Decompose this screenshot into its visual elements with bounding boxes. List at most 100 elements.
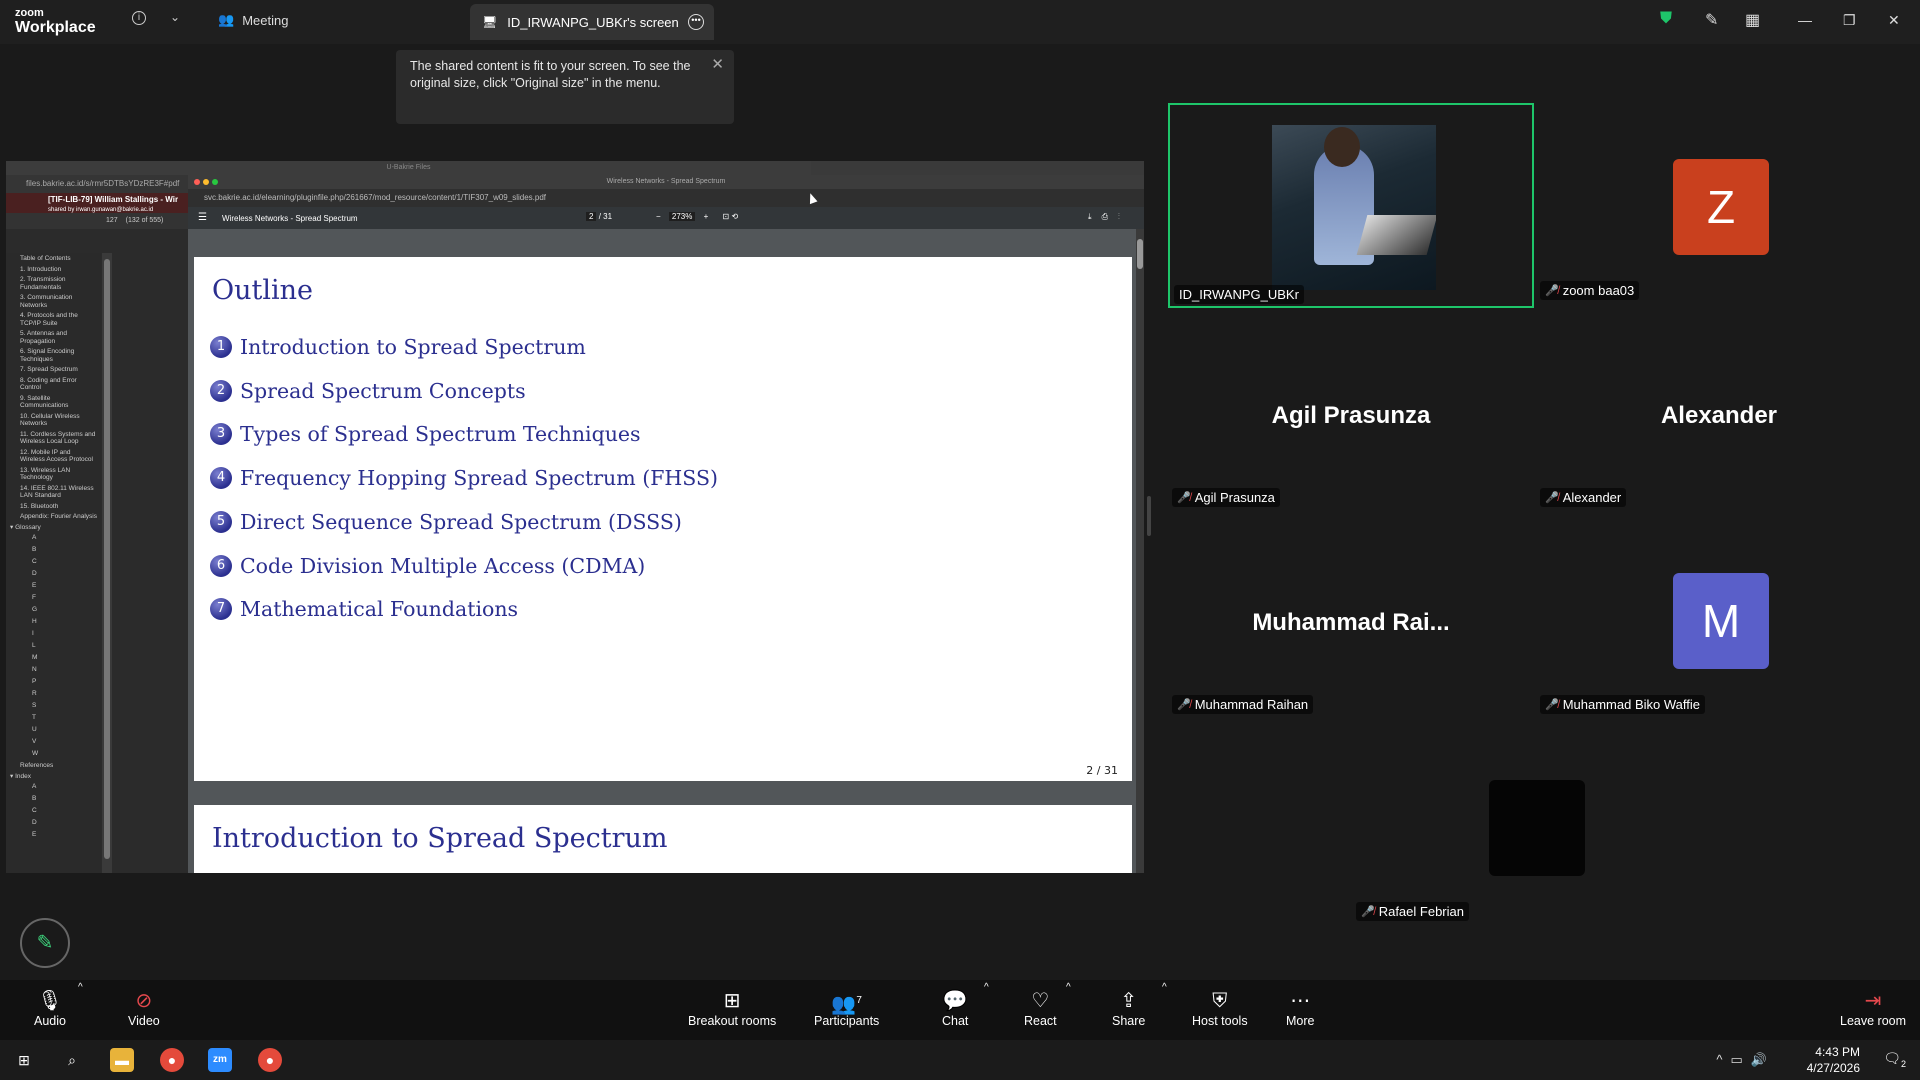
glossary-letter[interactable]: I [20, 630, 97, 638]
tab-meeting[interactable]: 👥 Meeting [218, 12, 288, 28]
notifications-icon[interactable]: 🗨2 [1883, 1050, 1906, 1069]
glossary-letter[interactable]: V [20, 738, 97, 746]
volume-icon[interactable]: 🔊 [1751, 1052, 1775, 1067]
search-icon[interactable]: ⌕ [60, 1048, 84, 1072]
glossary-letter[interactable]: W [20, 750, 97, 758]
glossary-letter[interactable]: A [20, 534, 97, 542]
toc-item[interactable]: 1. Introduction [20, 266, 97, 274]
toc-item[interactable]: 13. Wireless LAN Technology [20, 467, 97, 482]
glossary-letter[interactable]: C [20, 558, 97, 566]
glossary-letter[interactable]: T [20, 714, 97, 722]
toc-item[interactable]: 4. Protocols and the TCP/IP Suite [20, 312, 97, 327]
toc-item[interactable]: 5. Antennas and Propagation [20, 330, 97, 345]
chat-button[interactable]: 💬 Chat [942, 988, 968, 1028]
pdf-scrollbar[interactable] [1136, 229, 1144, 873]
leave-room-button[interactable]: ⇥ Leave room [1840, 988, 1906, 1028]
participant-tile-active[interactable]: ID_IRWANPG_UBKr [1168, 103, 1534, 308]
chevron-up-icon[interactable]: ^ [1716, 1052, 1730, 1067]
chevron-down-icon[interactable]: ⌄ [170, 10, 180, 24]
network-icon[interactable]: ▭ [1731, 1052, 1751, 1067]
toc-item[interactable]: 10. Cellular Wireless Networks [20, 413, 97, 428]
glossary-letter[interactable]: N [20, 666, 97, 674]
toc-item[interactable]: 3. Communication Networks [20, 294, 97, 309]
participants-button[interactable]: 👥7 Participants [814, 988, 879, 1028]
toc-item[interactable]: Table of Contents [20, 255, 97, 263]
chrome-active-icon[interactable]: ● [258, 1048, 282, 1072]
toc-index[interactable]: ▾ Index [10, 773, 97, 781]
react-button[interactable]: ♡ React [1024, 988, 1057, 1028]
glossary-letter[interactable]: M [20, 654, 97, 662]
zoom-in-icon[interactable]: + [704, 212, 709, 221]
download-icon[interactable]: ⤓ [1088, 212, 1102, 221]
security-shield-icon[interactable]: ⛊ [1660, 10, 1672, 28]
share-button[interactable]: ⇪ Share [1112, 988, 1145, 1028]
page-current[interactable]: 2 [586, 212, 597, 221]
toc-item[interactable]: 2. Transmission Fundamentals [20, 276, 97, 291]
info-icon[interactable]: i [132, 11, 146, 25]
minimize-icon[interactable]: — [1798, 12, 1812, 28]
tab-shared-screen[interactable]: 🖥 ID_IRWANPG_UBKr's screen ••• [470, 4, 714, 40]
fit-page-icon[interactable]: ⊡ [723, 212, 730, 221]
glossary-letter[interactable]: G [20, 606, 97, 614]
file-explorer-icon[interactable]: ▬ [110, 1048, 134, 1072]
glossary-letter[interactable]: L [20, 642, 97, 650]
share-options-caret[interactable]: ^ [1162, 982, 1167, 993]
video-button[interactable]: ⊘ Video [128, 988, 160, 1028]
more-button[interactable]: ⋯ More [1286, 988, 1314, 1028]
close-window-icon[interactable]: ✕ [1888, 12, 1900, 29]
print-icon[interactable]: ⎙ [1102, 212, 1118, 221]
window-controls[interactable] [194, 179, 218, 185]
resize-divider[interactable] [1147, 496, 1151, 536]
breakout-rooms-button[interactable]: ⊞ Breakout rooms [688, 988, 776, 1028]
zoom-taskbar-icon[interactable]: zm [208, 1048, 232, 1072]
clock[interactable]: 4:43 PM 4/27/2026 [1807, 1044, 1860, 1076]
zoom-level[interactable]: 273% [668, 212, 696, 221]
toc-references[interactable]: References [20, 762, 97, 770]
glossary-letter[interactable]: D [20, 570, 97, 578]
close-icon[interactable]: ✕ [711, 56, 724, 73]
glossary-letter[interactable]: R [20, 690, 97, 698]
toc-item[interactable]: 14. IEEE 802.11 Wireless LAN Standard [20, 485, 97, 500]
glossary-letter[interactable]: U [20, 726, 97, 734]
index-letter[interactable]: C [20, 807, 97, 815]
toc-item[interactable]: 8. Coding and Error Control [20, 377, 97, 392]
index-letter[interactable]: A [20, 783, 97, 791]
toc-scrollbar[interactable] [102, 253, 112, 873]
more-options-icon[interactable]: ••• [688, 14, 704, 30]
index-letter[interactable]: E [20, 831, 97, 839]
view-layout-icon[interactable]: ▦ [1745, 10, 1760, 30]
restore-icon[interactable]: ❐ [1843, 12, 1856, 29]
glossary-letter[interactable]: E [20, 582, 97, 590]
toc-glossary[interactable]: ▾ Glossary [10, 524, 97, 532]
toc-item[interactable]: 6. Signal Encoding Techniques [20, 348, 97, 363]
rotate-icon[interactable]: ⟲ [731, 212, 738, 221]
host-tools-button[interactable]: ⛨ Host tools [1192, 988, 1248, 1028]
menu-icon[interactable]: ☰ [198, 212, 207, 223]
participant-tile[interactable]: Alexander 🎤̸ Alexander [1536, 310, 1902, 515]
toc-item[interactable]: 11. Cordless Systems and Wireless Local … [20, 431, 97, 446]
chat-options-caret[interactable]: ^ [984, 982, 989, 993]
participant-tile[interactable]: M 🎤̸ Muhammad Biko Waffie [1536, 517, 1902, 722]
windows-start-icon[interactable]: ⊞ [12, 1048, 36, 1072]
participant-tile[interactable]: Muhammad Rai... 🎤̸ Muhammad Raihan [1168, 517, 1534, 722]
audio-options-caret[interactable]: ^ [78, 982, 83, 993]
glossary-letter[interactable]: F [20, 594, 97, 602]
toc-item[interactable]: Appendix: Fourier Analysis [20, 513, 97, 521]
glossary-letter[interactable]: B [20, 546, 97, 554]
annotate-button[interactable]: ✎ [20, 918, 70, 968]
index-letter[interactable]: D [20, 819, 97, 827]
chrome-icon[interactable]: ● [160, 1048, 184, 1072]
glossary-letter[interactable]: P [20, 678, 97, 686]
audio-button[interactable]: 🎙 Audio [34, 988, 66, 1028]
toc-item[interactable]: 15. Bluetooth [20, 503, 97, 511]
glossary-letter[interactable]: H [20, 618, 97, 626]
toc-item[interactable]: 12. Mobile IP and Wireless Access Protoc… [20, 449, 97, 464]
react-options-caret[interactable]: ^ [1066, 982, 1071, 993]
toc-item[interactable]: 9. Satellite Communications [20, 395, 97, 410]
participant-tile[interactable]: Z 🎤̸ zoom baa03 [1536, 103, 1902, 308]
participant-tile[interactable]: Agil Prasunza 🎤̸ Agil Prasunza [1168, 310, 1534, 515]
glossary-letter[interactable]: S [20, 702, 97, 710]
annotate-pen-icon[interactable]: ✎ [1705, 10, 1718, 30]
participant-tile[interactable]: 🎤̸ Rafael Febrian [1352, 724, 1718, 929]
more-vert-icon[interactable]: ⋮ [1118, 212, 1130, 221]
